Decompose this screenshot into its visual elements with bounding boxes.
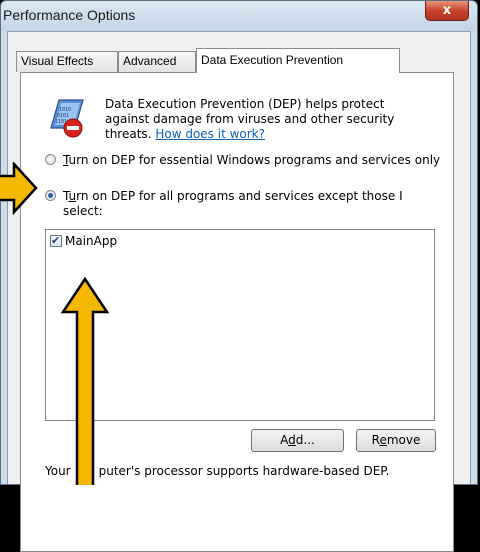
close-icon: x <box>442 3 452 18</box>
pointer-arrow-up-icon <box>60 276 110 485</box>
tab-label: Visual Effects <box>21 54 94 68</box>
dep-shield-icon: 1010 0101 1101 <box>50 99 84 138</box>
list-item-label: MainApp <box>65 234 118 248</box>
status-text-end: puter's processor supports hardware-base… <box>98 464 390 478</box>
pointer-arrow-right-icon <box>0 162 38 216</box>
radio-all-option[interactable]: Turn on DEP for all programs and service… <box>45 189 443 219</box>
title-bar: Performance Options x <box>1 1 477 31</box>
window-title: Performance Options <box>3 7 136 23</box>
dep-description: Data Execution Prevention (DEP) helps pr… <box>105 97 425 142</box>
radio-essential-option[interactable]: Turn on DEP for essential Windows progra… <box>45 153 443 168</box>
tab-label: Advanced <box>123 54 177 68</box>
tab-data-execution-prevention[interactable]: Data Execution Prevention <box>196 48 400 73</box>
how-does-it-work-link[interactable]: How does it work? <box>155 127 265 141</box>
radio-all-label: Turn on DEP for all programs and service… <box>63 189 403 218</box>
tab-visual-effects[interactable]: Visual Effects <box>16 51 118 72</box>
radio-essential-label: Turn on DEP for essential Windows progra… <box>63 153 441 167</box>
tab-label: Data Execution Prevention <box>201 53 344 67</box>
add-button[interactable]: Add... <box>251 429 344 452</box>
list-item[interactable]: MainApp <box>50 233 118 249</box>
mainapp-checkbox[interactable] <box>50 233 62 248</box>
close-button[interactable]: x <box>425 1 469 21</box>
radio-essential[interactable] <box>45 154 56 165</box>
radio-all-programs[interactable] <box>45 190 56 201</box>
tab-advanced[interactable]: Advanced <box>118 51 196 72</box>
remove-button[interactable]: Remove <box>356 429 436 452</box>
